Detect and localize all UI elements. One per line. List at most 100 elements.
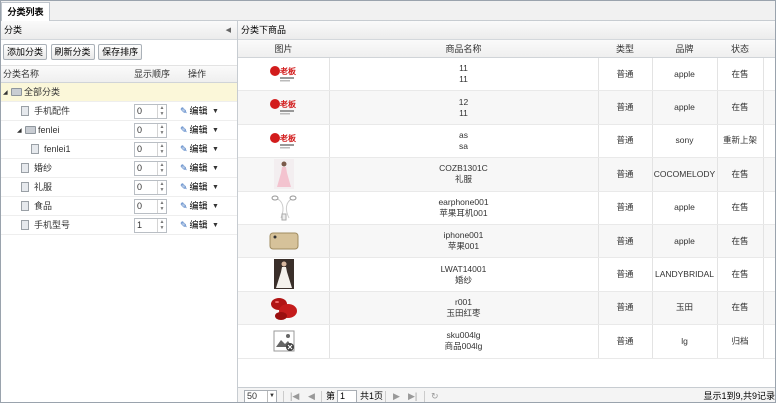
col-type[interactable]: 类型 xyxy=(598,40,652,58)
category-row[interactable]: ◢ fenlei 0 ▲ ▼ ✎ 编辑 ▼ xyxy=(1,121,237,140)
product-table: 老板 11 11 普通 apple 在售 老板 12 11 普通 apple 在售 老板 as sa 普通 so… xyxy=(238,58,775,359)
edit-button[interactable]: ✎ 编辑 ▼ xyxy=(180,102,219,121)
product-brand: apple xyxy=(674,102,695,113)
category-row[interactable]: 食品 0 ▲ ▼ ✎ 编辑 ▼ xyxy=(1,197,237,216)
product-thumbnail[interactable]: 老板 xyxy=(269,127,299,155)
col-brand[interactable]: 品牌 xyxy=(652,40,717,58)
table-row[interactable]: 老板 12 11 普通 apple 在售 xyxy=(238,91,775,125)
product-name: sa xyxy=(459,140,468,151)
save-order-button[interactable]: 保存排序 xyxy=(98,44,143,60)
product-brand: COCOMELODY xyxy=(653,168,716,179)
stepper-arrows-icon[interactable]: ▲ ▼ xyxy=(157,162,166,175)
edit-menu-chevron-icon[interactable]: ▼ xyxy=(212,216,219,235)
edit-button[interactable]: ✎ 编辑 ▼ xyxy=(180,121,219,140)
product-thumbnail[interactable] xyxy=(269,194,299,222)
page-size-select[interactable]: 50 ▼ xyxy=(244,390,277,402)
category-name: fenlei xyxy=(38,125,60,135)
edit-button[interactable]: ✎ 编辑 ▼ xyxy=(180,178,219,197)
page-summary: 显示1到9,共9记录 xyxy=(703,391,775,401)
edit-button[interactable]: ✎ 编辑 ▼ xyxy=(180,140,219,159)
order-stepper[interactable]: 0 ▲ ▼ xyxy=(134,180,167,195)
order-stepper[interactable]: 0 ▲ ▼ xyxy=(134,161,167,176)
app-window: 分类列表 分类 ◀ 添加分类 刷新分类 保存排序 分类名称 显示顺序 操作 ◢ 全… xyxy=(0,0,776,403)
edit-menu-chevron-icon[interactable]: ▼ xyxy=(212,121,219,140)
category-row[interactable]: 手机型号 1 ▲ ▼ ✎ 编辑 ▼ xyxy=(1,216,237,235)
stepper-arrows-icon[interactable]: ▲ ▼ xyxy=(157,200,166,213)
page-number-input[interactable]: 1 xyxy=(337,390,357,402)
table-row[interactable]: r001 玉田红枣 普通 玉田 在售 xyxy=(238,291,775,326)
stepper-arrows-icon[interactable]: ▲ ▼ xyxy=(157,181,166,194)
cell-divider xyxy=(763,258,764,291)
edit-menu-chevron-icon[interactable]: ▼ xyxy=(212,178,219,197)
stepper-arrows-icon[interactable]: ▲ ▼ xyxy=(157,124,166,137)
order-stepper[interactable]: 0 ▲ ▼ xyxy=(134,123,167,138)
product-thumbnail[interactable]: 老板 xyxy=(269,60,299,88)
table-row[interactable]: 老板 as sa 普通 sony 重新上架 xyxy=(238,124,775,159)
category-row[interactable]: 手机配件 0 ▲ ▼ ✎ 编辑 ▼ xyxy=(1,102,237,121)
product-type: 普通 xyxy=(616,102,634,113)
col-status[interactable]: 状态 xyxy=(717,40,763,58)
col-image[interactable]: 图片 xyxy=(238,40,329,58)
expand-toggle-icon[interactable]: ◢ xyxy=(3,89,8,96)
edit-label: 编辑 xyxy=(189,201,208,211)
reload-icon[interactable]: ↻ xyxy=(431,388,439,402)
pencil-icon: ✎ xyxy=(180,163,188,173)
table-row[interactable]: earphone001 苹果耳机001 普通 apple 在售 xyxy=(238,191,775,225)
col-display-order[interactable]: 显示顺序 xyxy=(134,66,170,83)
product-status: 在售 xyxy=(731,102,749,113)
edit-menu-chevron-icon[interactable]: ▼ xyxy=(212,197,219,216)
expand-toggle-icon[interactable]: ◢ xyxy=(17,127,22,134)
category-panel-header: 分类 ◀ xyxy=(1,21,237,40)
product-type: 普通 xyxy=(616,168,634,179)
edit-button[interactable]: ✎ 编辑 ▼ xyxy=(180,197,219,216)
collapse-left-icon[interactable]: ◀ xyxy=(226,21,231,40)
tab-category-list[interactable]: 分类列表 xyxy=(1,2,50,21)
cell-divider xyxy=(763,224,764,258)
product-name-cell: COZB1301C 礼服 xyxy=(329,158,598,190)
prev-page-icon[interactable]: ◀ xyxy=(308,388,315,402)
edit-menu-chevron-icon[interactable]: ▼ xyxy=(212,140,219,159)
table-row[interactable]: COZB1301C 礼服 普通 COCOMELODY 在售 xyxy=(238,158,775,192)
no-image-icon[interactable] xyxy=(269,327,299,355)
category-row[interactable]: fenlei1 0 ▲ ▼ ✎ 编辑 ▼ xyxy=(1,140,237,159)
product-thumbnail[interactable] xyxy=(269,227,299,255)
stepper-arrows-icon[interactable]: ▲ ▼ xyxy=(157,143,166,156)
last-page-icon[interactable]: ▶| xyxy=(408,388,417,402)
category-row[interactable]: ◢ 全部分类 xyxy=(1,83,237,102)
table-row[interactable]: iphone001 苹果001 普通 apple 在售 xyxy=(238,224,775,259)
edit-label: 编辑 xyxy=(189,125,208,135)
edit-button[interactable]: ✎ 编辑 ▼ xyxy=(180,216,219,235)
product-panel-header: 分类下商品 xyxy=(238,21,775,40)
first-page-icon[interactable]: |◀ xyxy=(290,388,299,402)
category-row[interactable]: 婚纱 0 ▲ ▼ ✎ 编辑 ▼ xyxy=(1,159,237,178)
order-value: 0 xyxy=(137,106,143,116)
table-row[interactable]: 老板 11 11 普通 apple 在售 xyxy=(238,58,775,92)
product-name: 11 xyxy=(459,107,468,118)
edit-menu-chevron-icon[interactable]: ▼ xyxy=(212,159,219,178)
col-category-name[interactable]: 分类名称 xyxy=(3,66,39,83)
product-thumbnail[interactable] xyxy=(269,259,299,290)
edit-menu-chevron-icon[interactable]: ▼ xyxy=(212,102,219,121)
product-name-cell: LWAT14001 婚纱 xyxy=(329,258,598,290)
add-category-button[interactable]: 添加分类 xyxy=(3,44,48,60)
product-thumbnail[interactable]: 老板 xyxy=(269,93,299,121)
order-stepper[interactable]: 0 ▲ ▼ xyxy=(134,104,167,119)
next-page-icon[interactable]: ▶ xyxy=(393,388,400,402)
category-row[interactable]: 礼服 0 ▲ ▼ ✎ 编辑 ▼ xyxy=(1,178,237,197)
table-row[interactable]: sku004lg 商品004lg 普通 lg 归档 xyxy=(238,325,775,359)
order-stepper[interactable]: 0 ▲ ▼ xyxy=(134,199,167,214)
product-status: 归档 xyxy=(731,335,749,346)
product-code: LWAT14001 xyxy=(440,263,487,274)
product-thumbnail[interactable] xyxy=(269,159,299,190)
refresh-category-button[interactable]: 刷新分类 xyxy=(50,44,95,60)
edit-button[interactable]: ✎ 编辑 ▼ xyxy=(180,159,219,178)
product-brand: lg xyxy=(681,335,688,346)
product-code: earphone001 xyxy=(438,196,489,207)
product-thumbnail[interactable] xyxy=(269,294,299,322)
col-product-name[interactable]: 商品名称 xyxy=(329,40,598,58)
stepper-arrows-icon[interactable]: ▲ ▼ xyxy=(157,219,166,232)
order-stepper[interactable]: 0 ▲ ▼ xyxy=(134,142,167,157)
order-stepper[interactable]: 1 ▲ ▼ xyxy=(134,218,167,233)
table-row[interactable]: LWAT14001 婚纱 普通 LANDYBRIDAL 在售 xyxy=(238,258,775,292)
stepper-arrows-icon[interactable]: ▲ ▼ xyxy=(157,105,166,118)
